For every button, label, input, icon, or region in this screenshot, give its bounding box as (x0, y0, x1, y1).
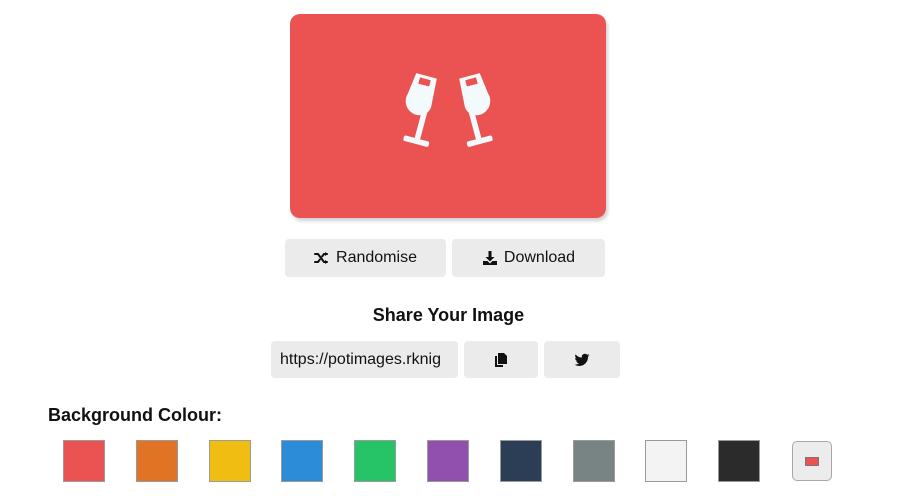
background-colour-label: Background Colour: (48, 405, 222, 425)
download-icon (482, 251, 497, 265)
colour-swatch[interactable] (63, 440, 105, 482)
colour-swatch[interactable] (427, 440, 469, 482)
glass-cheers-icon (403, 73, 493, 147)
randomise-label: Randomise (336, 249, 417, 266)
copy-button[interactable] (464, 341, 538, 378)
share-url-input[interactable] (271, 341, 458, 378)
download-button[interactable]: Download (452, 239, 605, 277)
colour-swatch[interactable] (573, 440, 615, 482)
colour-swatch[interactable] (645, 440, 687, 482)
download-label: Download (503, 249, 576, 266)
twitter-share-button[interactable] (544, 341, 620, 378)
colour-swatch[interactable] (354, 440, 396, 482)
custom-colour-picker[interactable] (792, 441, 832, 481)
colour-swatch[interactable] (209, 440, 251, 482)
colour-swatch[interactable] (718, 440, 760, 482)
share-title: Share Your Image (372, 305, 525, 325)
colour-swatch[interactable] (500, 440, 542, 482)
colour-swatch[interactable] (136, 440, 178, 482)
twitter-icon (574, 353, 590, 366)
randomise-button[interactable]: Randomise (285, 239, 446, 277)
copy-icon (495, 352, 507, 367)
image-preview (290, 14, 606, 218)
picker-colour-chip (805, 456, 819, 466)
colour-swatch[interactable] (281, 440, 323, 482)
shuffle-icon (314, 252, 329, 264)
